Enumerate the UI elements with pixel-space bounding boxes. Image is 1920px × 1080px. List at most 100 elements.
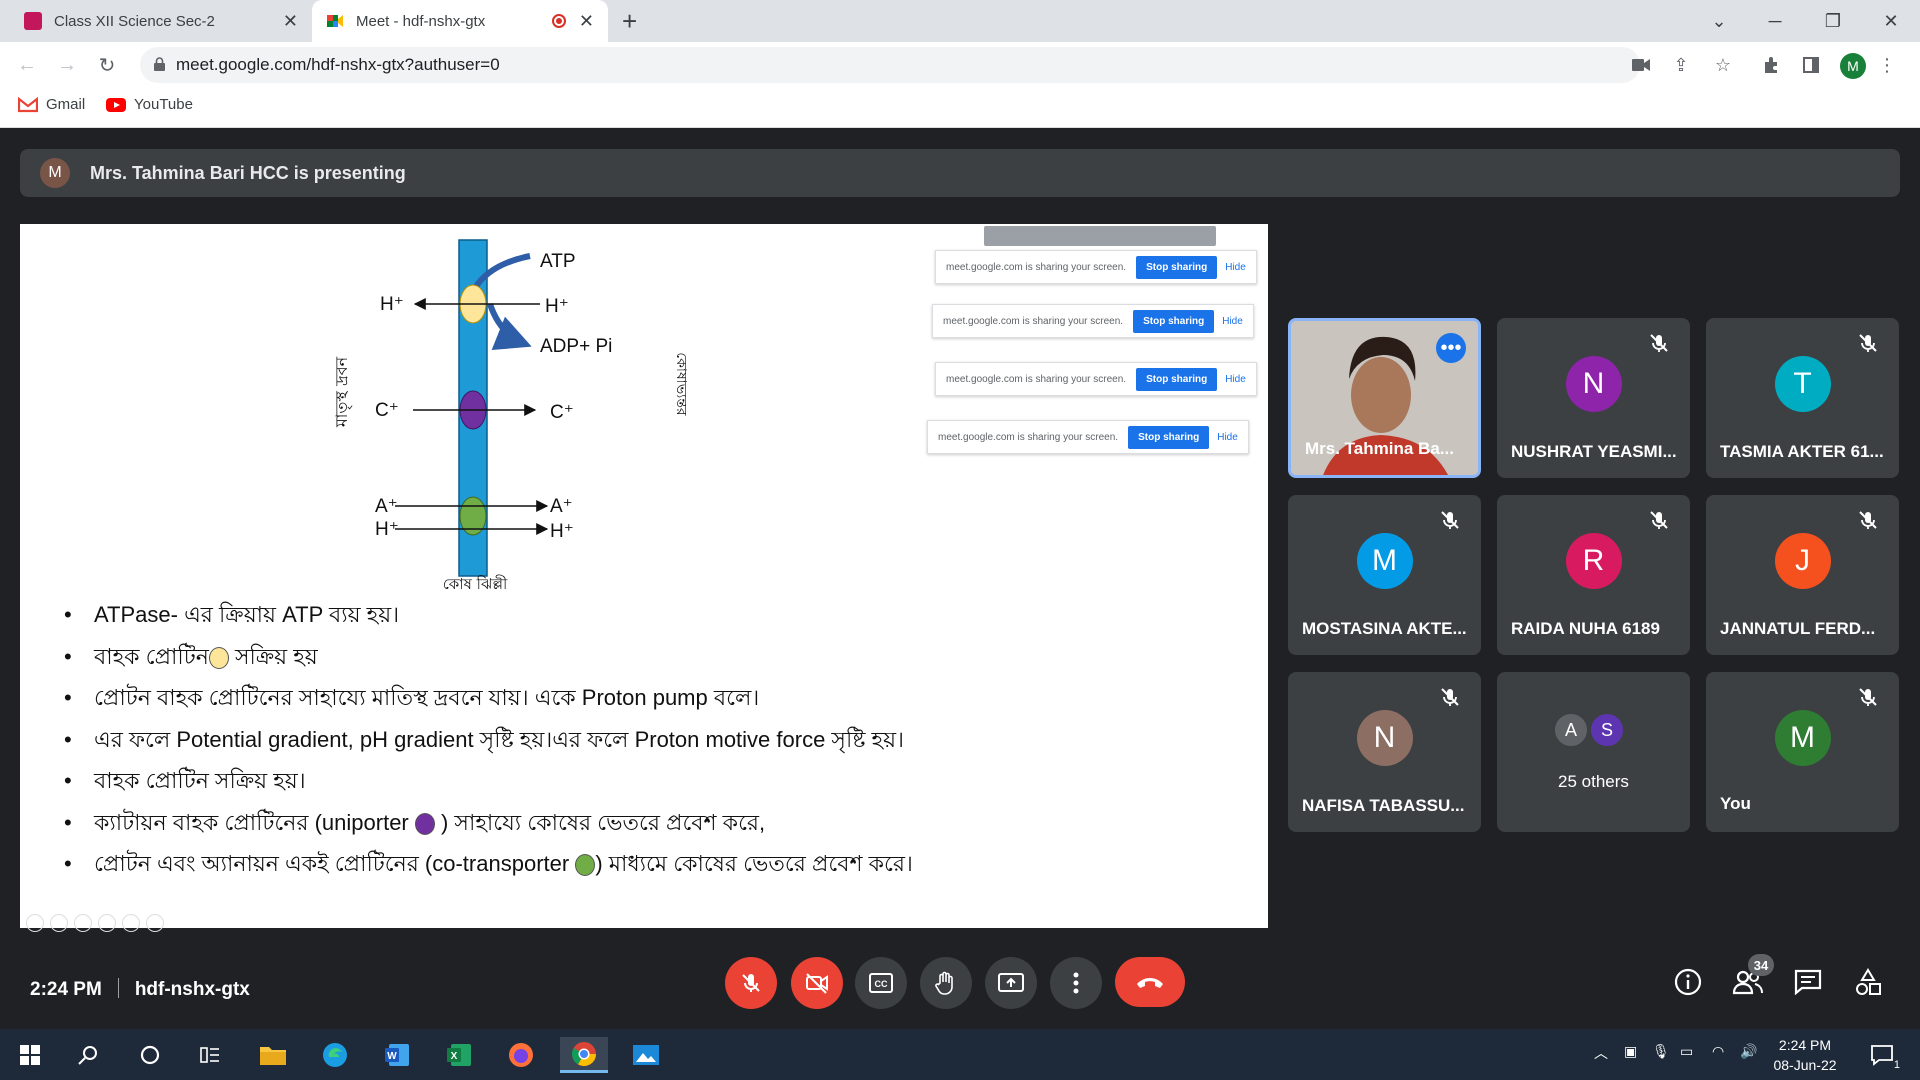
slides-icon[interactable]: [98, 914, 116, 932]
hide-link[interactable]: Hide: [1225, 262, 1246, 273]
meet-now-icon[interactable]: ▣: [1624, 1043, 1637, 1060]
bookmark-youtube[interactable]: YouTube: [106, 96, 193, 113]
others-tile[interactable]: A S 25 others: [1497, 672, 1690, 832]
participant-tile[interactable]: R RAIDA NUHA 6189: [1497, 495, 1690, 655]
participant-tile[interactable]: M MOSTASINA AKTE...: [1288, 495, 1481, 655]
hide-link[interactable]: Hide: [1217, 432, 1238, 443]
excel-icon: X: [447, 1044, 471, 1066]
stop-sharing-button[interactable]: Stop sharing: [1136, 367, 1218, 391]
more-options-button[interactable]: [1050, 957, 1102, 1009]
participant-tile[interactable]: T TASMIA AKTER 61...: [1706, 318, 1899, 478]
toggle-camera-button[interactable]: [791, 957, 843, 1009]
share-icon[interactable]: ⇪: [1670, 54, 1692, 76]
microphone-icon[interactable]: 🎙: [1652, 1043, 1670, 1060]
slide-prev-icon[interactable]: [26, 914, 44, 932]
info-icon: [1674, 968, 1702, 996]
close-window-button[interactable]: ✕: [1868, 0, 1914, 42]
more-options-button[interactable]: •••: [1436, 333, 1466, 363]
tab-title: Class XII Science Sec-2: [54, 12, 215, 30]
meeting-code: hdf-nshx-gtx: [134, 979, 250, 1000]
restore-button[interactable]: ❐: [1810, 0, 1856, 42]
pen-icon[interactable]: [74, 914, 92, 932]
new-tab-button[interactable]: +: [622, 6, 637, 37]
sharing-notice-text: meet.google.com is sharing your screen.: [946, 373, 1127, 385]
bullet-item: ক্যাটায়ন বাহক প্রোটিনের (uniporter ) সা…: [42, 802, 1242, 844]
meeting-details-button[interactable]: [1672, 966, 1704, 998]
edge-button[interactable]: [317, 1037, 353, 1073]
bullet-item: প্রোটন বাহক প্রোটিনের সাহায্যে মাতিস্থ দ…: [42, 677, 1242, 719]
bookmark-gmail[interactable]: Gmail: [18, 96, 85, 113]
notifications-button[interactable]: 1: [1864, 1037, 1900, 1073]
minimize-button[interactable]: ─: [1752, 0, 1798, 42]
start-button[interactable]: [12, 1037, 48, 1073]
participant-tile-self[interactable]: M You: [1706, 672, 1899, 832]
participant-tile-presenter[interactable]: ••• Mrs. Tahmina Ba...: [1288, 318, 1481, 478]
camera-in-use-icon[interactable]: [1630, 54, 1652, 76]
search-button[interactable]: [70, 1037, 106, 1073]
firefox-button[interactable]: [503, 1037, 539, 1073]
word-button[interactable]: W: [379, 1037, 415, 1073]
tab-meet[interactable]: Meet - hdf-nshx-gtx ✕: [312, 0, 608, 42]
sharing-notice-text: meet.google.com is sharing your screen.: [943, 315, 1124, 327]
extensions-icon[interactable]: [1760, 54, 1782, 76]
toggle-mic-button[interactable]: [725, 957, 777, 1009]
bookmark-star-icon[interactable]: ☆: [1712, 54, 1734, 76]
battery-icon[interactable]: ▭: [1680, 1043, 1693, 1060]
stop-sharing-button[interactable]: Stop sharing: [1136, 255, 1218, 279]
participant-tile[interactable]: N NUSHRAT YEASMI...: [1497, 318, 1690, 478]
hide-link[interactable]: Hide: [1225, 374, 1246, 385]
hide-link[interactable]: Hide: [1222, 316, 1243, 327]
captions-button[interactable]: CC: [855, 957, 907, 1009]
excel-button[interactable]: X: [441, 1037, 477, 1073]
menu-kebab-icon[interactable]: ⋮: [1876, 54, 1898, 76]
presenting-text: Mrs. Tahmina Bari HCC is presenting: [90, 162, 406, 183]
search-icon: [78, 1046, 97, 1065]
raise-hand-button[interactable]: [920, 957, 972, 1009]
participant-name: NAFISA TABASSU...: [1302, 796, 1465, 815]
more-icon[interactable]: [146, 914, 164, 932]
participant-tile[interactable]: N NAFISA TABASSU...: [1288, 672, 1481, 832]
task-view-button[interactable]: [192, 1037, 228, 1073]
chrome-button[interactable]: [560, 1037, 608, 1073]
slide-next-icon[interactable]: [50, 914, 68, 932]
bullet-item: এর ফলে Potential gradient, pH gradient স…: [42, 719, 1242, 761]
side-panel-icon[interactable]: [1800, 54, 1822, 76]
file-explorer-button[interactable]: [255, 1037, 291, 1073]
photos-button[interactable]: [628, 1037, 664, 1073]
slide-controls: [26, 914, 164, 932]
activities-button[interactable]: [1852, 966, 1884, 998]
close-tab-icon[interactable]: ✕: [283, 11, 298, 32]
tab-classroom[interactable]: Class XII Science Sec-2 ✕: [10, 0, 312, 42]
forward-button[interactable]: →: [52, 50, 82, 80]
activities-icon: [1856, 968, 1881, 995]
address-bar[interactable]: meet.google.com/hdf-nshx-gtx?authuser=0: [140, 47, 1640, 83]
chrome-icon: [571, 1041, 596, 1066]
wifi-icon[interactable]: ◠: [1712, 1043, 1724, 1060]
reload-button[interactable]: ↻: [92, 50, 122, 80]
volume-icon[interactable]: 🔊: [1740, 1043, 1757, 1060]
c-plus-right: C⁺: [550, 402, 574, 423]
close-tab-icon[interactable]: ✕: [579, 11, 594, 32]
tab-search-icon[interactable]: ⌄: [1696, 0, 1742, 42]
taskbar-clock[interactable]: 2:24 PM 08-Jun-22: [1760, 1035, 1850, 1075]
participant-tile[interactable]: J JANNATUL FERD...: [1706, 495, 1899, 655]
chat-button[interactable]: [1792, 966, 1824, 998]
profile-avatar[interactable]: M: [1840, 53, 1866, 79]
chat-icon: [1794, 969, 1822, 995]
zoom-icon[interactable]: [122, 914, 140, 932]
mic-off-icon: [1859, 688, 1877, 706]
show-hidden-icons[interactable]: ︿: [1594, 1043, 1608, 1063]
cortana-button[interactable]: [132, 1037, 168, 1073]
bullet-item: প্রোটন এবং অ্যানায়ন একই প্রোটিনের (co-t…: [42, 843, 1242, 885]
leave-call-button[interactable]: [1115, 957, 1185, 1007]
membrane-label: কোষ ঝিল্লী: [443, 575, 508, 593]
bullet-item: বাহক প্রোটিন সক্রিয় হয়: [42, 636, 1242, 678]
bullet-text: বাহক প্রোটিন: [94, 643, 209, 669]
stop-sharing-button[interactable]: Stop sharing: [1128, 425, 1210, 449]
browser-tab-strip: Class XII Science Sec-2 ✕ Meet - hdf-nsh…: [0, 0, 1920, 42]
present-screen-button[interactable]: [985, 957, 1037, 1009]
bullet-text: ATPase- এর ক্রিয়ায় ATP ব্যয় হয়।: [94, 602, 400, 627]
back-button[interactable]: ←: [12, 50, 42, 80]
bullet-text: এর ফলে Potential gradient, pH gradient স…: [94, 726, 904, 752]
stop-sharing-button[interactable]: Stop sharing: [1133, 309, 1215, 333]
